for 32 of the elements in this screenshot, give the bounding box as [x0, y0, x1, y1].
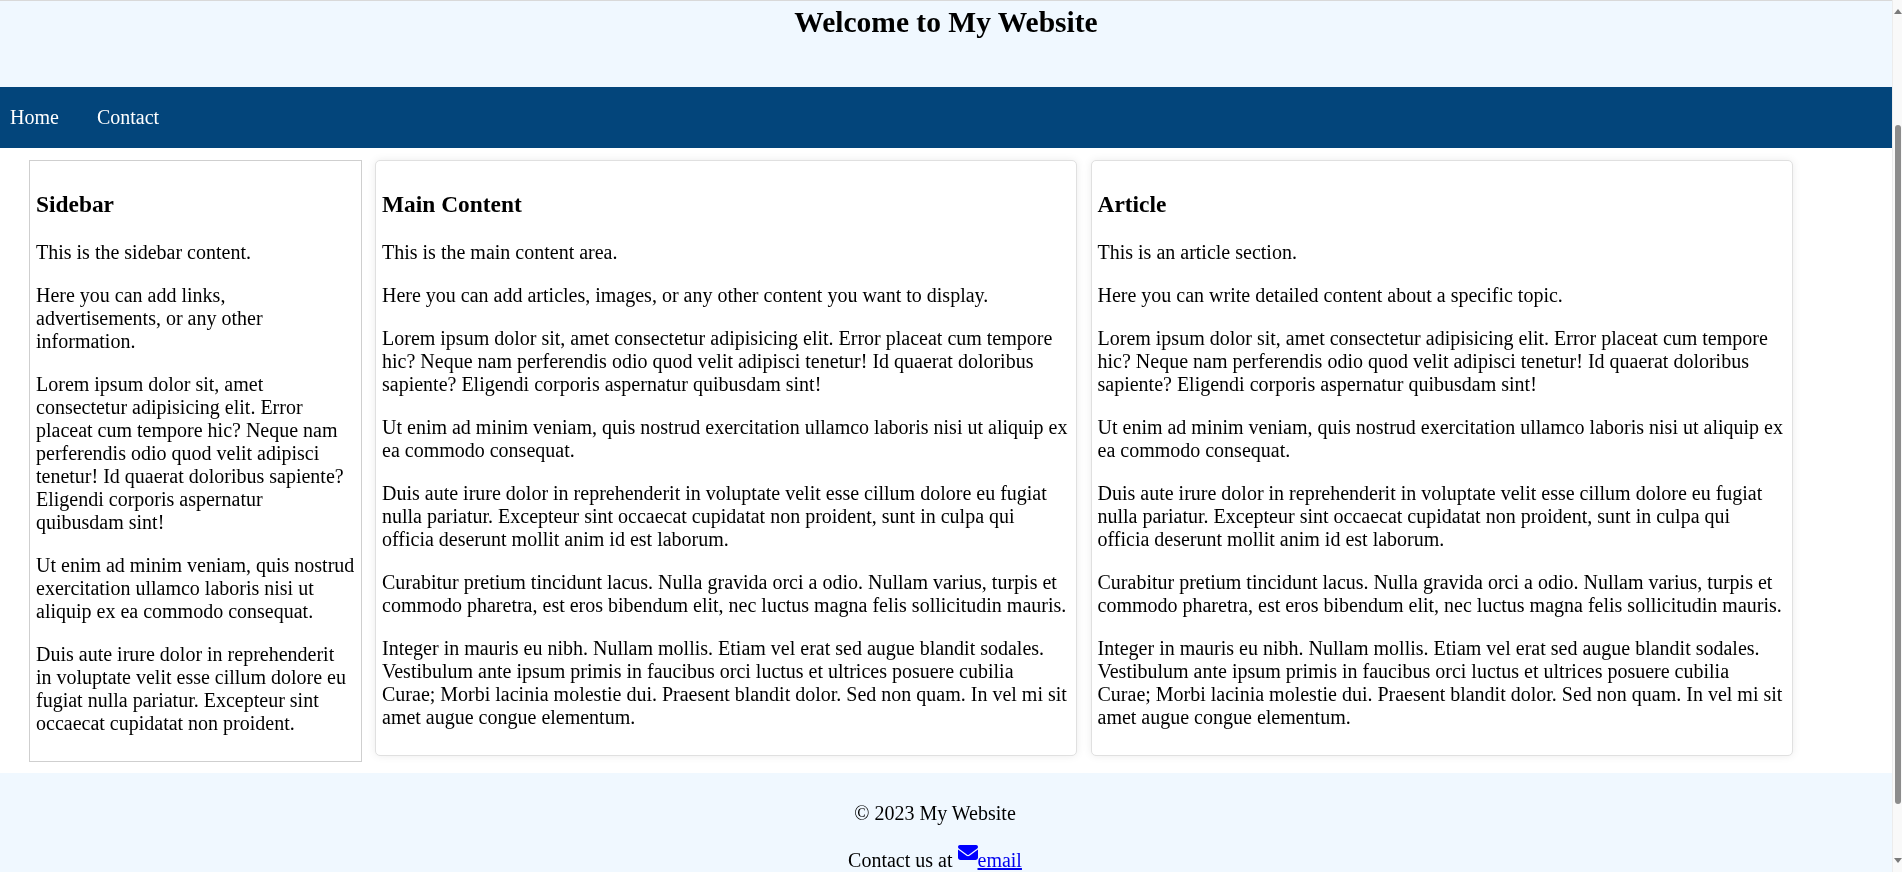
scroll-down-arrow-icon[interactable]: [1893, 858, 1902, 863]
paragraph-text: Curabitur pretium tincidunt lacus. Nulla gravida orci a odio. Nullam varius, turpis et commodo pharetra, est eros bibendum elit, nec luctus magna felis sollicitudin mauris.: [1097, 571, 1783, 618]
section-heading: Main Content: [382, 190, 523, 218]
contact-text: Contact us at: [848, 849, 953, 871]
paragraph-text: Integer in mauris eu nibh. Nullam mollis. Etiam vel erat sed augue blandit sodales. Vestibulum ante ipsum primis in faucibus orci luctus et ultrices posuere cubilia Curae; Morbi lacinia molestie dui. Praesent blandit dolor. Sed non quam. In vel mi sit amet augue congue elementum.: [382, 637, 1068, 730]
paragraph-text: Here you can add articles, images, or any other content you want to display.: [382, 284, 990, 308]
paragraph-text: Lorem ipsum dolor sit, amet consectetur adipisicing elit. Error placeat cum tempore hic? Neque nam perferendis odio quod velit adipisci tenetur! Id quaerat doloribus sapiente? Eligendi corporis aspernatur quibusdam sint!: [1097, 327, 1769, 397]
paragraph-text: Ut enim ad minim veniam, quis nostrud exercitation ullamco laboris nisi ut aliquip ex ea commodo consequat.: [36, 554, 355, 624]
paragraph-text: Integer in mauris eu nibh. Nullam mollis. Etiam vel erat sed augue blandit sodales. Vestibulum ante ipsum primis in faucibus orci luctus et ultrices posuere cubilia Curae; Morbi lacinia molestie dui. Praesent blandit dolor. Sed non quam. In vel mi sit amet augue congue elementum.: [1097, 637, 1784, 730]
nav-link[interactable]: Home: [10, 106, 59, 130]
paragraph-text: This is the sidebar content.: [36, 241, 252, 265]
envelope-icon: [957, 845, 978, 860]
email-link[interactable]: email: [977, 849, 1022, 871]
section-heading: Article: [1097, 190, 1168, 218]
paragraph-text: Duis aute irure dolor in reprehenderit in voluptate velit esse cillum dolore eu fugiat nulla pariatur. Excepteur sint occaecat cupidatat non proident, sunt in culpa qui officia deserunt mollit anim id est laborum.: [1097, 482, 1764, 552]
paragraph-text: Ut enim ad minim veniam, quis nostrud exercitation ullamco laboris nisi ut aliquip ex ea commodo consequat.: [382, 416, 1069, 463]
paragraph-text: Here you can write detailed content about a specific topic.: [1097, 284, 1564, 308]
site-title: Welcome to My Website: [794, 5, 1098, 39]
copyright-text: © 2023 My Website: [854, 802, 1016, 824]
paragraph-text: This is an article section.: [1097, 241, 1298, 265]
paragraph-text: Lorem ipsum dolor sit, amet consectetur adipisicing elit. Error placeat cum tempore hic? Neque nam perferendis odio quod velit adipisci tenetur! Id quaerat doloribus sapiente? Eligendi corporis aspernatur quibusdam sint!: [382, 327, 1054, 397]
scroll-up-arrow-icon[interactable]: [1893, 9, 1902, 14]
scrollbar-thumb[interactable]: [1894, 125, 1901, 804]
nav-link[interactable]: Contact: [96, 106, 160, 130]
section-heading: Sidebar: [36, 190, 115, 218]
paragraph-text: Ut enim ad minim veniam, quis nostrud exercitation ullamco laboris nisi ut aliquip ex ea commodo consequat.: [1097, 416, 1784, 463]
paragraph-text: Duis aute irure dolor in reprehenderit in voluptate velit esse cillum dolore eu fugiat nulla pariatur. Excepteur sint occaecat cupidatat non proident, sunt in culpa qui officia deserunt mollit anim id est laborum.: [382, 482, 1048, 552]
paragraph-text: Duis aute irure dolor in reprehenderit in voluptate velit esse cillum dolore eu fugiat nulla pariatur. Excepteur sint occaecat cupidatat non proident.: [36, 643, 347, 736]
paragraph-text: Here you can add links, advertisements, or any other information.: [36, 284, 264, 354]
paragraph-text: Curabitur pretium tincidunt lacus. Nulla gravida orci a odio. Nullam varius, turpis et commodo pharetra, est eros bibendum elit, nec luctus magna felis sollicitudin mauris.: [382, 571, 1068, 618]
paragraph-text: This is the main content area.: [382, 241, 619, 265]
paragraph-text: Lorem ipsum dolor sit, amet consectetur adipisicing elit. Error placeat cum tempore hic? Neque nam perferendis odio quod velit adipisci tenetur! Id quaerat doloribus sapiente? Eligendi corporis aspernatur quibusdam sint!: [36, 373, 345, 535]
